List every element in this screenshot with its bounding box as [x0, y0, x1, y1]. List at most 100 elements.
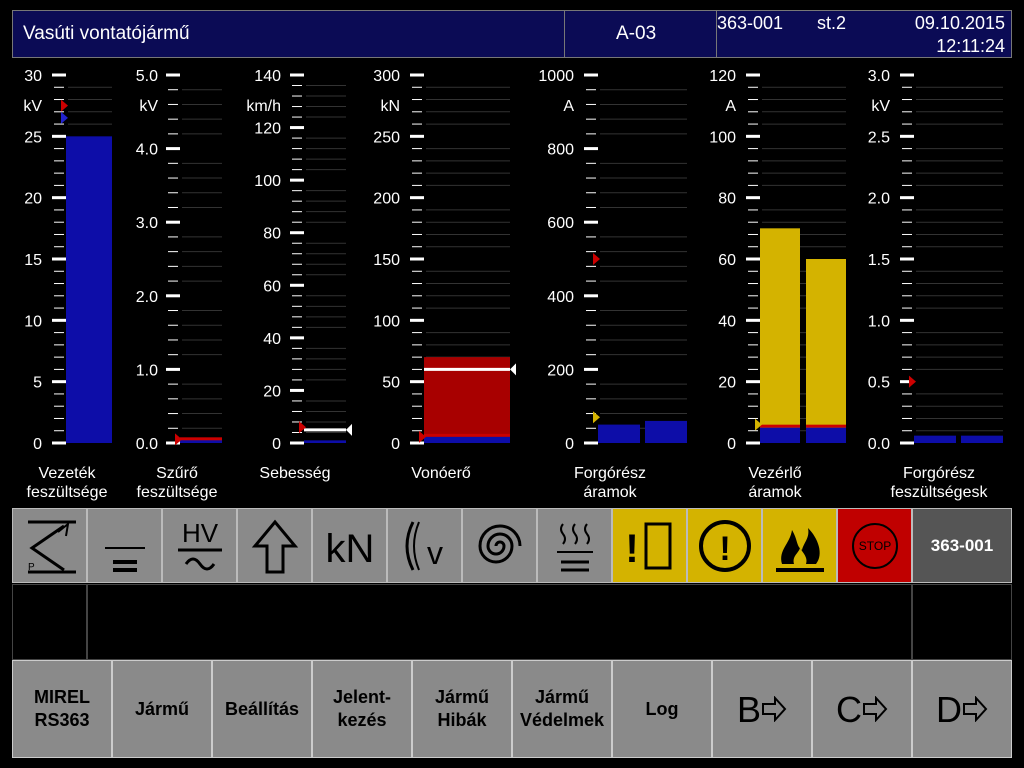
hv-ac-button[interactable]: HV: [162, 508, 237, 583]
pantograph-button[interactable]: P: [12, 508, 87, 583]
tick-label: 15: [24, 252, 42, 269]
time-display: 12:11:24: [936, 36, 1005, 56]
page-d-button[interactable]: D: [912, 660, 1012, 758]
gauge-bar-base: [424, 436, 510, 443]
page-title: Vasúti vontatójármű: [23, 23, 190, 44]
tick-label: 0: [33, 436, 42, 453]
alert-icon: !: [698, 519, 751, 572]
tick-label: 60: [263, 278, 281, 295]
login-button[interactable]: Jelent-kezés: [312, 660, 412, 758]
tick-label: 2.5: [868, 129, 890, 146]
tick-label: 80: [263, 226, 281, 243]
arrow-right-icon: [863, 696, 888, 722]
gauge-bar: [806, 259, 846, 443]
page-b-button[interactable]: B: [712, 660, 812, 758]
message-icon-cell: [12, 584, 87, 660]
tick-label: 300: [373, 68, 400, 85]
message-status-cell: [912, 584, 1012, 660]
tick-label: 60: [718, 252, 736, 269]
tick-label: 0: [272, 436, 281, 453]
tick-label: 120: [254, 121, 281, 138]
limit-marker: [593, 253, 600, 265]
loco-code: A-03: [616, 23, 657, 44]
setpoint-marker: [510, 363, 516, 376]
tick-label: 150: [373, 252, 400, 269]
message-area: [87, 584, 912, 660]
vehicle-faults-button[interactable]: Jármű Hibák: [412, 660, 512, 758]
tick-label: 250: [373, 129, 400, 146]
door-warning-icon: !: [625, 522, 671, 571]
fire-button[interactable]: [762, 508, 837, 583]
gauge-bar-base: [760, 427, 800, 443]
traction-force-icon: kN: [325, 527, 374, 571]
tick-label: 0.5: [868, 375, 890, 392]
tick-label: 20: [24, 191, 42, 208]
stop-button[interactable]: STOP: [837, 508, 912, 583]
traction-force-button[interactable]: kN: [312, 508, 387, 583]
tick-label: 3.0: [136, 215, 158, 232]
gauge-bar: [304, 440, 346, 443]
status-toolbar: P HV kN v ! ! STOP 363-001: [12, 508, 1012, 584]
tick-label: 40: [263, 331, 281, 348]
log-button[interactable]: Log: [612, 660, 712, 758]
tick-label: 4.0: [136, 142, 158, 159]
vehicle-protections-button[interactable]: Jármű Védelmek: [512, 660, 612, 758]
arrow-right-icon: [963, 696, 988, 722]
tick-label: 140: [254, 68, 281, 85]
station-label: st.2: [817, 13, 847, 33]
tick-label: 0.0: [136, 436, 158, 453]
tick-label: 1.0: [136, 362, 158, 379]
spiral-button[interactable]: [462, 508, 537, 583]
unit-label: kV: [871, 98, 890, 115]
message-row: [12, 584, 1012, 660]
gauge-label-speed: Sebesség: [259, 465, 331, 482]
tick-label: 200: [373, 191, 400, 208]
direction-arrow-icon: [251, 519, 298, 573]
tick-label: 40: [718, 313, 736, 330]
threshold-line: [424, 433, 510, 437]
vehicle-button[interactable]: Jármű: [112, 660, 212, 758]
spiral-icon: [477, 524, 521, 563]
hv-ac-icon: HV: [177, 518, 222, 570]
unit-id-button[interactable]: 363-001: [912, 508, 1012, 583]
tick-label: 5.0: [136, 68, 158, 85]
tick-label: 1000: [538, 68, 574, 85]
tick-label: 0: [727, 436, 736, 453]
tick-label: 0: [391, 436, 400, 453]
limit-marker: [299, 421, 306, 434]
heating-button[interactable]: [537, 508, 612, 583]
dc-mode-button[interactable]: [87, 508, 162, 583]
limit-marker: [593, 411, 600, 424]
unit-label: kV: [23, 98, 42, 115]
settings-button[interactable]: Beállítás: [212, 660, 312, 758]
tick-label: 400: [547, 289, 574, 306]
brake-speed-button[interactable]: v: [387, 508, 462, 583]
tick-label: 100: [373, 313, 400, 330]
svg-text:!: !: [625, 527, 638, 571]
gauge-panel: 30 25 20 15 10 5 0 kV 5.0 4.0 3.0 2.0 1.0 0.0 kV 140 120…: [0, 60, 1024, 508]
tick-label: 2.0: [868, 191, 890, 208]
door-warning-button[interactable]: !: [612, 508, 687, 583]
gauge-bar: [598, 424, 640, 443]
tick-label: 600: [547, 215, 574, 232]
gauge-bar: [760, 228, 800, 443]
date-display: 09.10.2015: [914, 13, 1005, 33]
tick-label: 200: [547, 362, 574, 379]
dc-icon: [104, 546, 145, 572]
tick-label: 5: [33, 375, 42, 392]
mirel-button[interactable]: MIREL RS363: [12, 660, 112, 758]
heating-icon: [556, 522, 593, 571]
bottom-menu: MIREL RS363 Jármű Beállítás Jelent-kezés …: [12, 660, 1012, 758]
direction-button[interactable]: [237, 508, 312, 583]
tick-label: 800: [547, 142, 574, 159]
arrow-right-icon: [762, 696, 787, 722]
pantograph-icon: P: [27, 520, 76, 573]
header-bar: Vasúti vontatójármű A-03 363-001 st.2 09…: [12, 10, 1012, 58]
alert-button[interactable]: !: [687, 508, 762, 583]
tick-label: 0: [565, 436, 574, 453]
gauge-graphics: 302520151050kV5.04.03.02.01.00.0kV140120…: [23, 68, 1003, 453]
page-c-button[interactable]: C: [812, 660, 912, 758]
gauge-bar: [66, 136, 112, 443]
tick-label: 20: [263, 383, 281, 400]
fire-icon: [775, 527, 824, 572]
